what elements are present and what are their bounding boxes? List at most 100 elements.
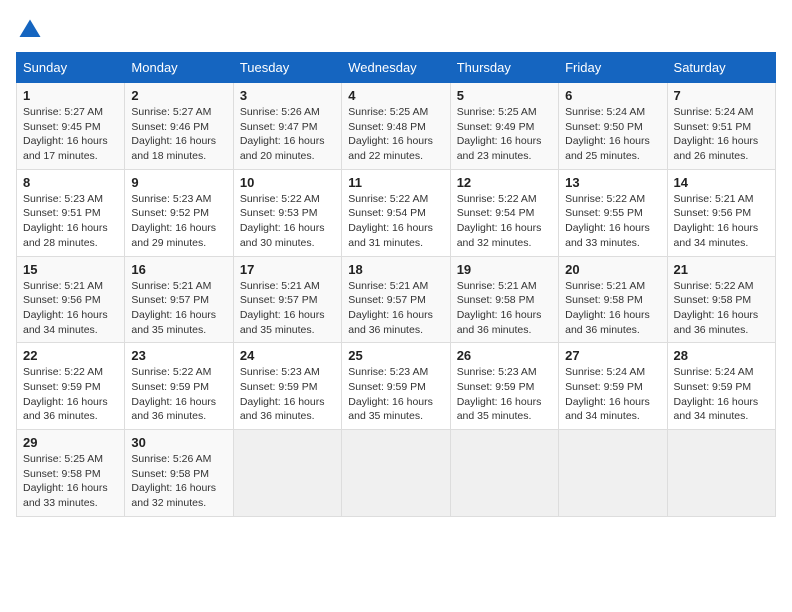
calendar-cell: 29 Sunrise: 5:25 AMSunset: 9:58 PMDayligh…: [17, 430, 125, 517]
calendar-cell: 23Sunrise: 5:22 AMSunset: 9:59 PMDayligh…: [125, 343, 233, 430]
day-number: 6: [565, 88, 660, 103]
day-info: Sunrise: 5:21 AMSunset: 9:58 PMDaylight:…: [565, 279, 660, 338]
weekday-header-thursday: Thursday: [450, 53, 558, 83]
weekday-header-friday: Friday: [559, 53, 667, 83]
day-info: Sunrise: 5:22 AMSunset: 9:54 PMDaylight:…: [348, 192, 443, 251]
day-number: 29: [23, 435, 118, 450]
calendar-cell: 9 Sunrise: 5:23 AMSunset: 9:52 PMDaylight…: [125, 169, 233, 256]
calendar-cell: [233, 430, 341, 517]
weekday-header-row: SundayMondayTuesdayWednesdayThursdayFrid…: [17, 53, 776, 83]
calendar-cell: 13 Sunrise: 5:22 AMSunset: 9:55 PMDayligh…: [559, 169, 667, 256]
day-info: Sunrise: 5:21 AMSunset: 9:56 PMDaylight:…: [23, 279, 118, 338]
calendar-cell: 22 Sunrise: 5:22 AMSunset: 9:59 PMDayligh…: [17, 343, 125, 430]
day-info: Sunrise: 5:21 AMSunset: 9:57 PMDaylight:…: [240, 279, 335, 338]
day-info: Sunrise: 5:21 AMSunset: 9:58 PMDaylight:…: [457, 279, 552, 338]
calendar-cell: 15 Sunrise: 5:21 AMSunset: 9:56 PMDayligh…: [17, 256, 125, 343]
day-number: 7: [674, 88, 769, 103]
calendar-cell: 27Sunrise: 5:24 AMSunset: 9:59 PMDayligh…: [559, 343, 667, 430]
calendar-cell: 8 Sunrise: 5:23 AMSunset: 9:51 PMDaylight…: [17, 169, 125, 256]
day-info: Sunrise: 5:23 AMSunset: 9:51 PMDaylight:…: [23, 192, 118, 251]
day-number: 28: [674, 348, 769, 363]
calendar-week-row: 1 Sunrise: 5:27 AMSunset: 9:45 PMDaylight…: [17, 83, 776, 170]
day-info: Sunrise: 5:23 AMSunset: 9:59 PMDaylight:…: [457, 365, 552, 424]
day-number: 26: [457, 348, 552, 363]
day-number: 12: [457, 175, 552, 190]
calendar-cell: 21 Sunrise: 5:22 AMSunset: 9:58 PMDayligh…: [667, 256, 775, 343]
day-info: Sunrise: 5:22 AMSunset: 9:59 PMDaylight:…: [23, 365, 118, 424]
day-number: 2: [131, 88, 226, 103]
day-info: Sunrise: 5:26 AMSunset: 9:47 PMDaylight:…: [240, 105, 335, 164]
calendar-cell: 11 Sunrise: 5:22 AMSunset: 9:54 PMDayligh…: [342, 169, 450, 256]
day-number: 4: [348, 88, 443, 103]
day-number: 1: [23, 88, 118, 103]
calendar-cell: 25Sunrise: 5:23 AMSunset: 9:59 PMDayligh…: [342, 343, 450, 430]
day-info: Sunrise: 5:22 AMSunset: 9:53 PMDaylight:…: [240, 192, 335, 251]
calendar-cell: 10 Sunrise: 5:22 AMSunset: 9:53 PMDayligh…: [233, 169, 341, 256]
weekday-header-monday: Monday: [125, 53, 233, 83]
calendar-cell: 26 Sunrise: 5:23 AMSunset: 9:59 PMDayligh…: [450, 343, 558, 430]
day-info: Sunrise: 5:22 AMSunset: 9:55 PMDaylight:…: [565, 192, 660, 251]
day-number: 21: [674, 262, 769, 277]
calendar-cell: 14 Sunrise: 5:21 AMSunset: 9:56 PMDayligh…: [667, 169, 775, 256]
calendar-week-row: 29 Sunrise: 5:25 AMSunset: 9:58 PMDayligh…: [17, 430, 776, 517]
day-number: 10: [240, 175, 335, 190]
page-header: [16, 16, 776, 44]
day-info: Sunrise: 5:25 AMSunset: 9:49 PMDaylight:…: [457, 105, 552, 164]
calendar-cell: 24 Sunrise: 5:23 AMSunset: 9:59 PMDayligh…: [233, 343, 341, 430]
calendar-cell: 20 Sunrise: 5:21 AMSunset: 9:58 PMDayligh…: [559, 256, 667, 343]
day-number: 22: [23, 348, 118, 363]
day-number: 8: [23, 175, 118, 190]
day-number: 16: [131, 262, 226, 277]
day-number: 9: [131, 175, 226, 190]
day-info: Sunrise: 5:27 AMSunset: 9:45 PMDaylight:…: [23, 105, 118, 164]
day-info: Sunrise: 5:27 AMSunset: 9:46 PMDaylight:…: [131, 105, 226, 164]
day-number: 25: [348, 348, 443, 363]
calendar-cell: [450, 430, 558, 517]
day-info: Sunrise: 5:24 AMSunset: 9:59 PMDaylight:…: [674, 365, 769, 424]
calendar-table: SundayMondayTuesdayWednesdayThursdayFrid…: [16, 52, 776, 517]
calendar-cell: 18Sunrise: 5:21 AMSunset: 9:57 PMDayligh…: [342, 256, 450, 343]
day-number: 20: [565, 262, 660, 277]
logo-icon: [16, 16, 44, 44]
day-info: Sunrise: 5:26 AMSunset: 9:58 PMDaylight:…: [131, 452, 226, 511]
calendar-cell: 5 Sunrise: 5:25 AMSunset: 9:49 PMDaylight…: [450, 83, 558, 170]
day-info: Sunrise: 5:23 AMSunset: 9:59 PMDaylight:…: [240, 365, 335, 424]
calendar-cell: 1 Sunrise: 5:27 AMSunset: 9:45 PMDaylight…: [17, 83, 125, 170]
weekday-header-sunday: Sunday: [17, 53, 125, 83]
calendar-week-row: 22 Sunrise: 5:22 AMSunset: 9:59 PMDayligh…: [17, 343, 776, 430]
day-number: 11: [348, 175, 443, 190]
day-info: Sunrise: 5:25 AMSunset: 9:48 PMDaylight:…: [348, 105, 443, 164]
calendar-cell: [559, 430, 667, 517]
day-number: 14: [674, 175, 769, 190]
weekday-header-saturday: Saturday: [667, 53, 775, 83]
calendar-cell: 3Sunrise: 5:26 AMSunset: 9:47 PMDaylight…: [233, 83, 341, 170]
day-number: 19: [457, 262, 552, 277]
day-info: Sunrise: 5:21 AMSunset: 9:57 PMDaylight:…: [131, 279, 226, 338]
day-info: Sunrise: 5:25 AMSunset: 9:58 PMDaylight:…: [23, 452, 118, 511]
calendar-cell: 4 Sunrise: 5:25 AMSunset: 9:48 PMDaylight…: [342, 83, 450, 170]
day-number: 27: [565, 348, 660, 363]
calendar-cell: 28 Sunrise: 5:24 AMSunset: 9:59 PMDayligh…: [667, 343, 775, 430]
day-number: 18: [348, 262, 443, 277]
calendar-week-row: 8 Sunrise: 5:23 AMSunset: 9:51 PMDaylight…: [17, 169, 776, 256]
calendar-cell: 2 Sunrise: 5:27 AMSunset: 9:46 PMDaylight…: [125, 83, 233, 170]
calendar-cell: 6 Sunrise: 5:24 AMSunset: 9:50 PMDaylight…: [559, 83, 667, 170]
day-info: Sunrise: 5:24 AMSunset: 9:51 PMDaylight:…: [674, 105, 769, 164]
weekday-header-tuesday: Tuesday: [233, 53, 341, 83]
day-number: 15: [23, 262, 118, 277]
day-number: 17: [240, 262, 335, 277]
day-info: Sunrise: 5:24 AMSunset: 9:50 PMDaylight:…: [565, 105, 660, 164]
calendar-cell: 7 Sunrise: 5:24 AMSunset: 9:51 PMDaylight…: [667, 83, 775, 170]
calendar-cell: 30Sunrise: 5:26 AMSunset: 9:58 PMDayligh…: [125, 430, 233, 517]
day-info: Sunrise: 5:21 AMSunset: 9:56 PMDaylight:…: [674, 192, 769, 251]
calendar-cell: 19 Sunrise: 5:21 AMSunset: 9:58 PMDayligh…: [450, 256, 558, 343]
weekday-header-wednesday: Wednesday: [342, 53, 450, 83]
calendar-cell: [342, 430, 450, 517]
day-number: 24: [240, 348, 335, 363]
day-info: Sunrise: 5:23 AMSunset: 9:52 PMDaylight:…: [131, 192, 226, 251]
calendar-week-row: 15 Sunrise: 5:21 AMSunset: 9:56 PMDayligh…: [17, 256, 776, 343]
day-number: 5: [457, 88, 552, 103]
day-number: 13: [565, 175, 660, 190]
day-info: Sunrise: 5:22 AMSunset: 9:58 PMDaylight:…: [674, 279, 769, 338]
day-number: 23: [131, 348, 226, 363]
